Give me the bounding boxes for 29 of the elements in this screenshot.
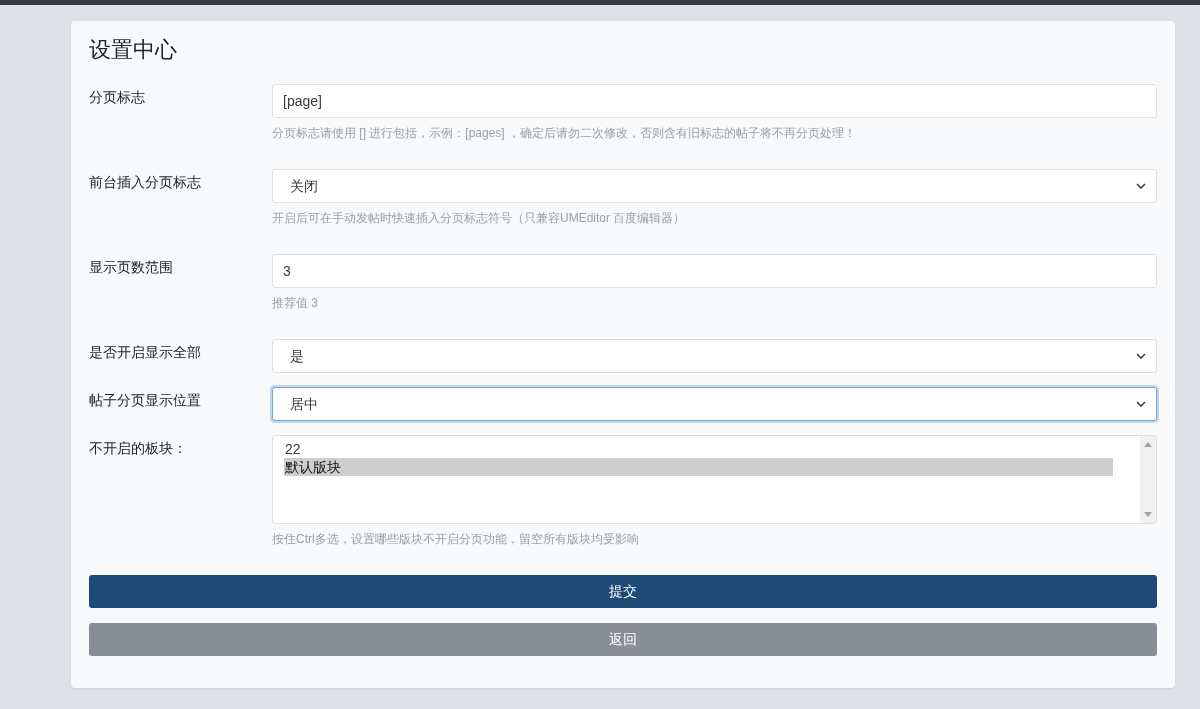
field-label: 不开启的板块： — [89, 439, 188, 458]
dropdown-value: 居中 — [290, 395, 318, 414]
dropdown[interactable]: 居中 — [272, 387, 1157, 421]
scrollbar[interactable] — [1140, 436, 1156, 523]
list-box[interactable]: 22 默认版块 — [272, 435, 1157, 524]
help-text: 按住Ctrl多选，设置哪些版块不开启分页功能，留空所有版块均受影响 — [272, 531, 640, 547]
field-label: 分页标志 — [89, 88, 146, 107]
scroll-up-icon[interactable] — [1144, 442, 1152, 447]
text-field[interactable]: [page] — [272, 84, 1157, 118]
submit-button[interactable]: 提交 — [89, 575, 1157, 608]
dropdown-value: 是 — [290, 347, 304, 366]
scroll-down-icon[interactable] — [1144, 512, 1152, 517]
field-label: 前台插入分页标志 — [89, 173, 202, 192]
list-option[interactable]: 默认版块 — [284, 458, 1113, 476]
list-option[interactable]: 22 — [284, 440, 1113, 458]
help-text: 开启后可在手动发帖时快速插入分页标志符号（只兼容UMEditor 百度编辑器） — [272, 210, 687, 226]
chevron-down-icon — [1136, 401, 1146, 407]
dropdown[interactable]: 是 — [272, 339, 1157, 373]
chevron-down-icon — [1136, 183, 1146, 189]
text-field[interactable]: 3 — [272, 254, 1157, 288]
help-text: 分页标志请使用 [] 进行包括，示例：[pages] ，确定后请勿二次修改，否则含有旧标志的帖子将不再分页处理！ — [272, 125, 858, 141]
help-text: 推荐值 3 — [272, 295, 319, 311]
chevron-down-icon — [1136, 353, 1146, 359]
field-label: 帖子分页显示位置 — [89, 391, 202, 410]
field-label: 显示页数范围 — [89, 258, 174, 277]
field-label: 是否开启显示全部 — [89, 343, 202, 362]
dropdown-value: 关闭 — [290, 177, 318, 196]
dropdown[interactable]: 关闭 — [272, 169, 1157, 203]
page-title: 设置中心 — [89, 36, 178, 64]
